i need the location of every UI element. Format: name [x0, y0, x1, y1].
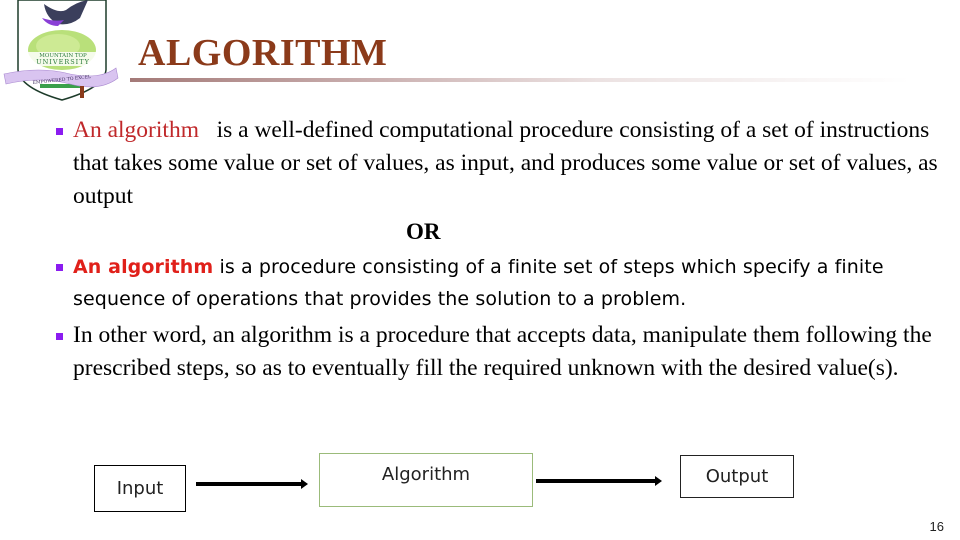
bullet-marker-icon	[56, 333, 63, 340]
term-highlight: An algorithm	[73, 256, 214, 278]
bullet-definition-3: In other word, an algorithm is a procedu…	[50, 319, 940, 385]
title-underline	[130, 78, 910, 82]
input-box: Input	[94, 465, 186, 512]
svg-text:UNIVERSITY: UNIVERSITY	[36, 58, 90, 66]
university-crest-icon: MOUNTAIN TOP UNIVERSITY EMPOWERED TO EXC…	[3, 0, 119, 101]
bullet-marker-icon	[56, 264, 63, 271]
input-label: Input	[116, 478, 164, 499]
arrow-right-icon	[196, 479, 308, 489]
definition-list: An algorithm is a well-defined computati…	[50, 114, 940, 385]
bullet-marker-icon	[56, 128, 63, 135]
algorithm-box: Algorithm	[319, 453, 533, 507]
university-logo: MOUNTAIN TOP UNIVERSITY EMPOWERED TO EXC…	[0, 0, 140, 105]
or-separator: OR	[406, 219, 441, 244]
bullet-definition-1: An algorithm is a well-defined computati…	[50, 114, 940, 213]
output-box: Output	[680, 455, 794, 498]
title-decoration	[80, 86, 84, 98]
slide-title: ALGORITHM	[138, 32, 388, 74]
page-number: 16	[929, 519, 944, 534]
bullet-definition-2: An algorithm is a procedure consisting o…	[50, 251, 940, 315]
bullet-text: In other word, an algorithm is a procedu…	[73, 322, 932, 381]
term-highlight: An algorithm	[73, 117, 199, 143]
bullet-text: is a well-defined computational procedur…	[73, 117, 944, 209]
arrow-right-icon	[536, 476, 662, 486]
output-label: Output	[705, 466, 769, 487]
algorithm-label: Algorithm	[381, 464, 471, 485]
